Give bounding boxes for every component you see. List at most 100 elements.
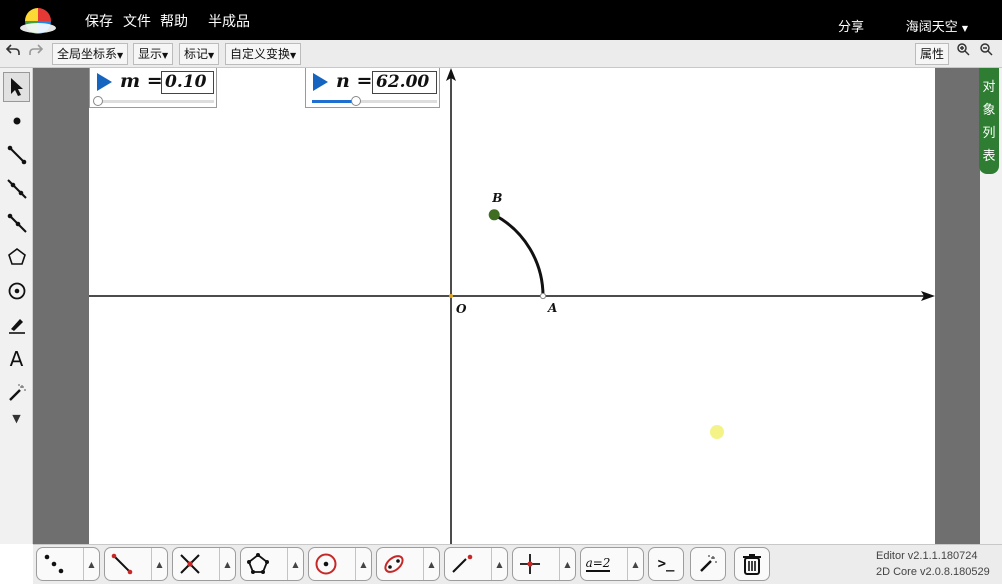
- text-a-icon: A: [9, 347, 24, 371]
- line-tools-expand[interactable]: ▲: [491, 548, 507, 580]
- slider-n-knob[interactable]: [350, 96, 361, 106]
- menu-help[interactable]: 帮助: [160, 11, 188, 31]
- more-tools-button[interactable]: ▼: [3, 408, 30, 428]
- play-m-icon[interactable]: [97, 73, 112, 91]
- drawing-canvas[interactable]: O A B: [89, 68, 935, 544]
- segment-icon: [7, 145, 26, 165]
- point-tools-expand[interactable]: ▲: [83, 548, 99, 580]
- intersection-tools-button[interactable]: [173, 548, 207, 580]
- app-logo-icon[interactable]: [16, 6, 60, 36]
- menu-file[interactable]: 文件: [123, 11, 151, 31]
- user-menu[interactable]: 海阔天空 ▼: [906, 16, 968, 35]
- intersection-tools-expand[interactable]: ▲: [219, 548, 235, 580]
- coordinate-axes-icon: [520, 554, 540, 574]
- coordinate-tools-button[interactable]: [513, 548, 547, 580]
- share-button[interactable]: 分享: [838, 16, 864, 35]
- editor-version: Editor v2.1.1.180724: [876, 550, 978, 562]
- magic-tools-button[interactable]: [691, 548, 725, 580]
- point-tools-button[interactable]: [37, 548, 71, 580]
- top-menu-bar: 保存 文件 帮助 半成品 分享 海阔天空 ▼: [0, 0, 1002, 40]
- chevron-down-icon: ▼: [12, 411, 21, 425]
- menu-semi-finished[interactable]: 半成品: [208, 11, 250, 31]
- slider-m-name: m =: [120, 70, 163, 92]
- point-b-label: B: [491, 191, 502, 205]
- text-tool[interactable]: A: [3, 344, 30, 374]
- zoom-in-button[interactable]: [953, 43, 973, 65]
- object-list-char: 对: [982, 80, 996, 95]
- app-window: 保存 文件 帮助 半成品 分享 海阔天空 ▼ 全局坐标系▼ 显示▼ 标记▼ 自定…: [0, 0, 1002, 584]
- arc-ab[interactable]: [493, 213, 545, 297]
- segment-red-icon: [111, 553, 133, 575]
- slider-m-knob[interactable]: [93, 96, 103, 106]
- conic-tools-expand[interactable]: ▲: [423, 548, 439, 580]
- ray-tool[interactable]: [3, 208, 30, 238]
- line-tools-button[interactable]: [445, 548, 479, 580]
- coord-system-dropdown[interactable]: 全局坐标系▼: [52, 43, 129, 65]
- custom-transform-dropdown[interactable]: 自定义变换▼: [225, 43, 302, 65]
- trash-icon: [743, 554, 761, 575]
- segment-tools-expand[interactable]: ▲: [151, 548, 167, 580]
- slider-n-value[interactable]: 62.00: [372, 71, 437, 94]
- slider-m-value[interactable]: 0.10: [161, 71, 214, 94]
- play-n-icon[interactable]: [313, 73, 328, 91]
- ray-icon: [7, 213, 27, 233]
- magic-wand-icon: [8, 384, 26, 401]
- text-tools-expand[interactable]: ▲: [627, 548, 643, 580]
- properties-button[interactable]: 属性: [915, 43, 950, 65]
- cursor-highlight: [710, 425, 724, 439]
- magic-wand-icon: [700, 555, 717, 572]
- segment-tools-group: ▲: [104, 547, 168, 581]
- redo-icon: [29, 44, 44, 55]
- polygon-tool[interactable]: [3, 242, 30, 272]
- circle-tools-button[interactable]: [309, 548, 343, 580]
- circle-tools-expand[interactable]: ▲: [355, 548, 371, 580]
- origin-point[interactable]: [449, 294, 453, 298]
- segment-tool[interactable]: [3, 140, 30, 170]
- polygon-tools-button[interactable]: [241, 548, 275, 580]
- custom-transform-label: 自定义变换: [230, 47, 291, 61]
- point-b[interactable]: [488, 209, 500, 221]
- zoom-out-button[interactable]: [976, 43, 996, 65]
- point-a-label: A: [547, 301, 557, 315]
- line-tool[interactable]: [3, 174, 30, 204]
- chevron-down-icon: ▼: [208, 51, 215, 60]
- polygon-tools-expand[interactable]: ▲: [287, 548, 303, 580]
- core-version: 2D Core v2.0.8.180529: [876, 566, 990, 578]
- circle-tool[interactable]: [3, 276, 30, 306]
- formula-icon: a=2: [585, 556, 611, 572]
- slider-m-track[interactable]: [98, 100, 214, 103]
- slider-n: n = 62.00: [305, 68, 440, 108]
- coordinate-tools-expand[interactable]: ▲: [559, 548, 575, 580]
- pen-icon: [8, 319, 25, 334]
- point-a[interactable]: [539, 292, 547, 300]
- redo-button[interactable]: [26, 43, 46, 65]
- delete-tools-button[interactable]: [735, 548, 769, 580]
- undo-button[interactable]: [3, 43, 23, 65]
- arrow-cursor-icon: [10, 78, 23, 96]
- bottom-toolbar: ▲ ▲ ▲ ▲ ▲ ▲ ▲ ▲ a=2 ▲ >_ Editor v2.1.1.1…: [33, 544, 1002, 584]
- text-tools-button[interactable]: a=2: [581, 548, 615, 580]
- conic-tools-button[interactable]: [377, 548, 411, 580]
- pen-tool[interactable]: [3, 310, 30, 340]
- conic-tools-group: ▲: [376, 547, 440, 581]
- points-icon: [44, 554, 64, 574]
- chevron-up-icon: ▲: [224, 559, 231, 569]
- select-tool[interactable]: [3, 72, 30, 102]
- marks-dropdown[interactable]: 标记▼: [179, 43, 220, 65]
- point-tool[interactable]: [3, 106, 30, 136]
- right-margin-area: [935, 68, 980, 544]
- object-list-tab[interactable]: 对 象 列 表: [979, 68, 999, 174]
- display-dropdown[interactable]: 显示▼: [133, 43, 174, 65]
- circle-tools-group: ▲: [308, 547, 372, 581]
- chevron-down-icon: ▼: [162, 51, 169, 60]
- undo-icon: [5, 44, 20, 55]
- menu-save[interactable]: 保存: [85, 11, 113, 31]
- magic-wand-tool[interactable]: [3, 378, 30, 408]
- segment-tools-button[interactable]: [105, 548, 139, 580]
- magic-tools-group: [690, 547, 726, 581]
- marks-label: 标记: [184, 47, 209, 61]
- left-tool-palette: A ▼: [0, 68, 33, 544]
- delete-tools-group: [734, 547, 770, 581]
- command-tools-button[interactable]: >_: [649, 548, 683, 580]
- chevron-up-icon: ▲: [88, 559, 95, 569]
